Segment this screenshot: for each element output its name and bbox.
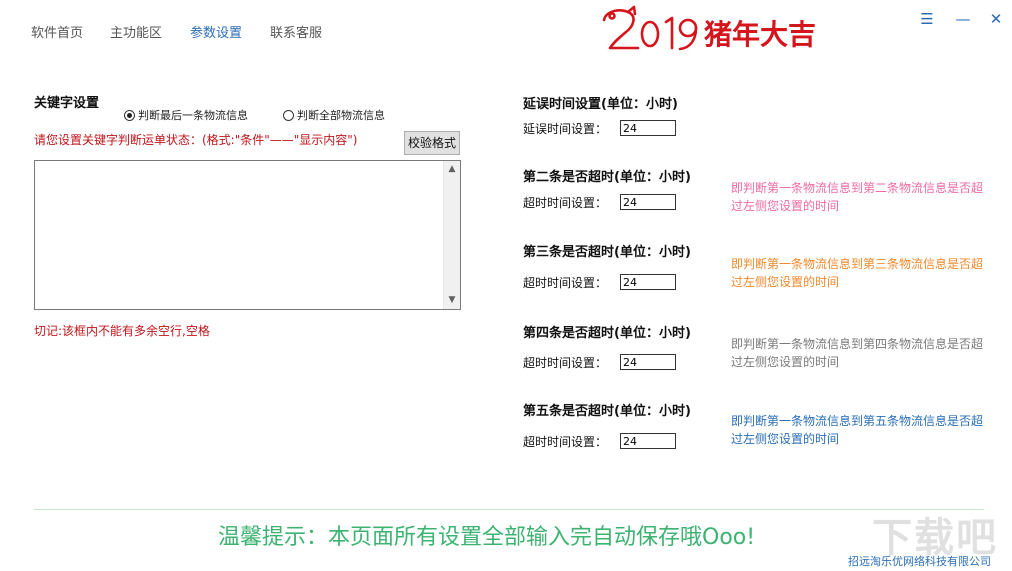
radio-last-label: 判断最后一条物流信息: [138, 109, 248, 122]
delay-section-title: 延误时间设置(单位：小时): [523, 97, 678, 112]
radio-last-info[interactable]: 判断最后一条物流信息: [124, 107, 248, 123]
keyword-warning: 切记:该框内不能有多余空行,空格: [34, 324, 210, 338]
scroll-up-icon[interactable]: ▲: [444, 161, 460, 178]
fifth-description: 即判断第一条物流信息到第五条物流信息是否超过左侧您设置的时间: [731, 414, 984, 446]
logo-text: 猪年大吉: [704, 18, 816, 51]
fifth-label: 超时时间设置：: [523, 435, 608, 449]
keyword-section-title: 关键字设置: [34, 96, 100, 111]
logo: 猪年大吉: [600, 4, 840, 56]
second-label: 超时时间设置：: [523, 196, 608, 210]
second-section-title: 第二条是否超时(单位：小时): [523, 170, 691, 185]
validate-format-button[interactable]: 校验格式: [404, 131, 460, 155]
fourth-label: 超时时间设置：: [523, 356, 608, 370]
logo-graphic: 猪年大吉: [602, 5, 816, 51]
third-section-title: 第三条是否超时(单位：小时): [523, 245, 691, 260]
radio-all-dot[interactable]: [283, 109, 294, 121]
top-nav: 软件首页 主功能区 参数设置 联系客服 猪年大吉 ☰ — ✕: [0, 0, 1012, 60]
scroll-down-icon[interactable]: ▼: [444, 292, 460, 309]
fifth-input[interactable]: [620, 433, 676, 449]
company-name: 招远淘乐优网络科技有限公司: [848, 555, 991, 568]
nav-main-function[interactable]: 主功能区: [110, 22, 162, 41]
second-description: 即判断第一条物流信息到第二条物流信息是否超过左侧您设置的时间: [731, 181, 984, 213]
fourth-input[interactable]: [620, 354, 676, 370]
third-description: 即判断第一条物流信息到第三条物流信息是否超过左侧您设置的时间: [731, 257, 984, 289]
delay-input[interactable]: [620, 120, 676, 136]
third-label: 超时时间设置：: [523, 276, 608, 290]
radio-last-dot[interactable]: [124, 109, 135, 121]
nav-contact[interactable]: 联系客服: [270, 22, 322, 41]
radio-all-info[interactable]: 判断全部物流信息: [283, 107, 385, 123]
second-input[interactable]: [620, 194, 676, 210]
keyword-textarea[interactable]: ▲ ▼: [34, 160, 461, 310]
textarea-scrollbar[interactable]: ▲ ▼: [443, 161, 460, 309]
nav-home[interactable]: 软件首页: [31, 22, 83, 41]
footer-divider: [34, 509, 984, 510]
delay-label: 延误时间设置：: [523, 122, 608, 136]
keyword-instruction: 请您设置关键字判断运单状态：(格式:"条件"——"显示内容"): [34, 133, 358, 147]
nav-settings[interactable]: 参数设置: [190, 22, 242, 41]
fifth-section-title: 第五条是否超时(单位：小时): [523, 404, 691, 419]
minimize-icon[interactable]: —: [952, 8, 974, 30]
fourth-section-title: 第四条是否超时(单位：小时): [523, 326, 691, 341]
third-input[interactable]: [620, 274, 676, 290]
fourth-description: 即判断第一条物流信息到第四条物流信息是否超过左侧您设置的时间: [731, 337, 984, 369]
radio-all-label: 判断全部物流信息: [297, 109, 385, 122]
footer-tip: 温馨提示：本页面所有设置全部输入完自动保存哦Ooo!: [218, 525, 756, 550]
close-icon[interactable]: ✕: [985, 8, 1007, 30]
menu-icon[interactable]: ☰: [916, 8, 938, 30]
